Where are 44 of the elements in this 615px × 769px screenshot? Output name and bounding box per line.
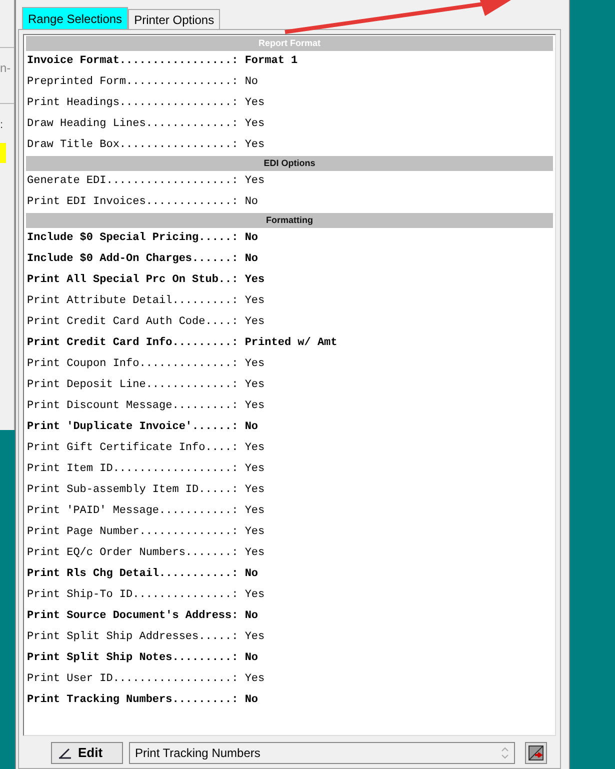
setting-row[interactable]: Print Headings.................: Yes xyxy=(26,93,553,114)
setting-row[interactable]: Print Ship-To ID...............: Yes xyxy=(26,585,553,606)
setting-row[interactable]: Print User ID..................: Yes xyxy=(26,669,553,690)
setting-row[interactable]: Print Coupon Info..............: Yes xyxy=(26,354,553,375)
setting-row[interactable]: Print Split Ship Addresses.....: Yes xyxy=(26,627,553,648)
setting-row[interactable]: Print Discount Message.........: Yes xyxy=(26,396,553,417)
window-text: n- xyxy=(0,62,12,74)
section-header: Formatting xyxy=(26,213,553,228)
spinner-icon xyxy=(501,746,509,760)
pen-icon xyxy=(58,747,72,759)
exit-icon xyxy=(528,745,544,761)
setting-row[interactable]: Include $0 Add-On Charges......: No xyxy=(26,249,553,270)
highlighted-field xyxy=(0,143,6,163)
setting-row[interactable]: Print All Special Prc On Stub..: Yes xyxy=(26,270,553,291)
setting-row[interactable]: Print 'Duplicate Invoice'......: No xyxy=(26,417,553,438)
tab[interactable]: Printer Options xyxy=(128,9,220,29)
setting-row[interactable]: Print Split Ship Notes.........: No xyxy=(26,648,553,669)
setting-row[interactable]: Print Rls Chg Detail...........: No xyxy=(26,564,553,585)
setting-row[interactable]: Print EQ/c Order Numbers.......: Yes xyxy=(26,543,553,564)
setting-row[interactable]: Print 'PAID' Message...........: Yes xyxy=(26,501,553,522)
section-header: Report Format xyxy=(26,36,553,51)
exit-button[interactable] xyxy=(525,742,547,764)
setting-row[interactable]: Print Page Number..............: Yes xyxy=(26,522,553,543)
setting-row[interactable]: Preprinted Form................: No xyxy=(26,72,553,93)
setting-row[interactable]: Print Attribute Detail.........: Yes xyxy=(26,291,553,312)
tab[interactable]: Range Selections xyxy=(22,7,128,29)
setting-row[interactable]: Generate EDI...................: Yes xyxy=(26,171,553,192)
setting-row[interactable]: Draw Title Box.................: Yes xyxy=(26,135,553,156)
section-header: EDI Options xyxy=(26,156,553,171)
setting-row[interactable]: Print Sub-assembly Item ID.....: Yes xyxy=(26,480,553,501)
setting-row[interactable]: Include $0 Special Pricing.....: No xyxy=(26,228,553,249)
setting-row[interactable]: Print Credit Card Auth Code....: Yes xyxy=(26,312,553,333)
setting-row[interactable]: Draw Heading Lines.............: Yes xyxy=(26,114,553,135)
setting-row[interactable]: Print Credit Card Info.........: Printed w/ Amt xyxy=(26,333,553,354)
setting-row[interactable]: Print Gift Certificate Info....: Yes xyxy=(26,438,553,459)
setting-row[interactable]: Invoice Format.................: Format 1 xyxy=(26,51,553,72)
setting-row[interactable]: Print Tracking Numbers.........: No xyxy=(26,690,553,711)
setting-row[interactable]: Print EDI Invoices.............: No xyxy=(26,192,553,213)
description-field[interactable]: Print Tracking Numbers xyxy=(129,742,515,764)
setting-row[interactable]: Print Item ID..................: Yes xyxy=(26,459,553,480)
edit-button[interactable]: Edit xyxy=(51,742,123,764)
setting-row[interactable]: Print Deposit Line.............: Yes xyxy=(26,375,553,396)
setting-row[interactable]: Print Source Document's Address: No xyxy=(26,606,553,627)
window-text: : xyxy=(0,120,4,131)
